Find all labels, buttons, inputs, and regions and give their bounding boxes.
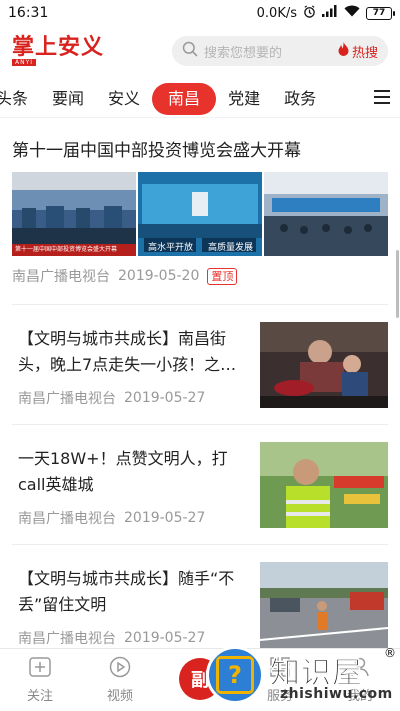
nav-follow-label: 关注 <box>26 689 53 704</box>
divider <box>12 304 388 305</box>
featured-image-3 <box>264 172 388 256</box>
alarm-icon <box>303 4 316 22</box>
flame-icon <box>338 42 349 60</box>
featured-source: 南昌广播电视台 <box>12 269 110 285</box>
article-title: 一天18W+！点赞文明人，打call英雄城 <box>18 449 228 494</box>
article-source: 南昌广播电视台 <box>18 511 116 527</box>
divider <box>12 424 388 425</box>
featured-image-1: 第十一届中国中部投资博览会盛大开幕 <box>12 172 136 256</box>
article-title: 【文明与城市共成长】南昌街头，晚上7点走失一小孩！之… <box>18 329 237 374</box>
article-thumbnail <box>260 442 388 528</box>
status-right: 0.0K/s 77 <box>256 4 395 22</box>
app-header: 掌上安义 ANYI 搜索您想要的 热搜 <box>0 28 400 74</box>
article-date: 2019-05-27 <box>124 390 206 406</box>
featured-image-2: 高水平开放 高质量发展 <box>138 172 262 256</box>
list-item[interactable]: 一天18W+！点赞文明人，打call英雄城 南昌广播电视台 2019-05-27 <box>12 442 388 542</box>
watermark-monitor-icon: ? <box>206 646 264 704</box>
status-time: 16:31 <box>8 5 49 21</box>
net-speed: 0.0K/s <box>256 5 297 21</box>
status-bar: 16:31 0.0K/s 77 <box>0 0 400 26</box>
nav-video-label: 视频 <box>106 689 133 704</box>
tab-nanchang[interactable]: 南昌 <box>152 82 217 115</box>
article-thumbnail <box>260 562 388 648</box>
featured-title: 第十一届中国中部投资博览会盛大开幕 <box>12 141 301 161</box>
battery-icon: 77 <box>366 6 395 20</box>
featured-article[interactable]: 第十一届中国中部投资博览会盛大开幕 第十一届中国中部投资博览会盛大开幕 高水平开… <box>12 130 388 286</box>
featured-meta: 南昌广播电视台 2019-05-20 置顶 <box>12 266 388 286</box>
article-thumbnail <box>260 322 388 408</box>
scrollbar[interactable] <box>396 250 399 318</box>
featured-image-2-caption-a: 高水平开放 <box>148 243 194 253</box>
tab-dangjian[interactable]: 党建 <box>216 83 272 115</box>
channel-tabs: 头条 要闻 安义 南昌 党建 政务 <box>0 80 400 118</box>
tab-yaowen[interactable]: 要闻 <box>40 83 96 115</box>
article-source: 南昌广播电视台 <box>18 391 116 407</box>
article-meta: 南昌广播电视台 2019-05-27 <box>18 388 205 408</box>
signal-icon <box>322 5 338 21</box>
featured-image-row: 第十一届中国中部投资博览会盛大开幕 高水平开放 高质量发展 <box>12 172 388 256</box>
search-icon <box>182 41 198 61</box>
featured-date: 2019-05-20 <box>118 268 200 284</box>
tab-zhengwu[interactable]: 政务 <box>272 83 328 115</box>
featured-image-2-caption-b: 高质量发展 <box>208 243 254 253</box>
hot-search-label: 热搜 <box>351 45 378 61</box>
article-title: 【文明与城市共成长】随手“不丢”留住文明 <box>18 569 235 614</box>
menu-icon <box>374 89 390 108</box>
search-placeholder[interactable]: 搜索您想要的 <box>204 42 338 61</box>
article-date: 2019-05-27 <box>124 630 206 646</box>
article-meta: 南昌广播电视台 2019-05-27 <box>18 628 205 648</box>
tab-list: 头条 要闻 安义 南昌 党建 政务 <box>0 82 364 115</box>
featured-image-1-caption: 第十一届中国中部投资博览会盛大开幕 <box>15 246 118 253</box>
list-item[interactable]: 【文明与城市共成长】随手“不丢”留住文明 南昌广播电视台 2019-05-27 <box>12 562 388 648</box>
play-circle-icon <box>109 656 131 682</box>
article-date: 2019-05-27 <box>124 510 206 526</box>
article-source: 南昌广播电视台 <box>18 631 116 647</box>
question-mark-icon: ? <box>216 656 254 694</box>
registered-mark: ® <box>384 646 396 660</box>
app-logo: 掌上安义 ANYI <box>12 36 112 66</box>
plus-box-icon <box>28 656 52 682</box>
divider <box>12 544 388 545</box>
article-meta: 南昌广播电视台 2019-05-27 <box>18 508 205 528</box>
wifi-icon <box>344 5 360 21</box>
logo-text: 掌上安义 <box>12 34 105 60</box>
watermark: ? 知识屋 zhishiwu.com ® <box>200 640 400 711</box>
pinned-badge: 置顶 <box>207 267 238 285</box>
hot-search-button[interactable]: 热搜 <box>338 42 378 61</box>
channel-menu-button[interactable] <box>364 81 400 117</box>
tab-anyi[interactable]: 安义 <box>96 83 152 115</box>
logo-sub: ANYI <box>12 59 37 66</box>
nav-follow[interactable]: 关注 <box>0 649 80 711</box>
search-bar[interactable]: 搜索您想要的 热搜 <box>172 36 388 66</box>
nav-video[interactable]: 视频 <box>80 649 160 711</box>
watermark-sub: zhishiwu.com <box>280 686 393 702</box>
news-feed[interactable]: 第十一届中国中部投资博览会盛大开幕 第十一届中国中部投资博览会盛大开幕 高水平开… <box>0 122 400 648</box>
tab-toutiao[interactable]: 头条 <box>0 83 40 115</box>
list-item[interactable]: 【文明与城市共成长】南昌街头，晚上7点走失一小孩！之… 南昌广播电视台 2019… <box>12 322 388 422</box>
